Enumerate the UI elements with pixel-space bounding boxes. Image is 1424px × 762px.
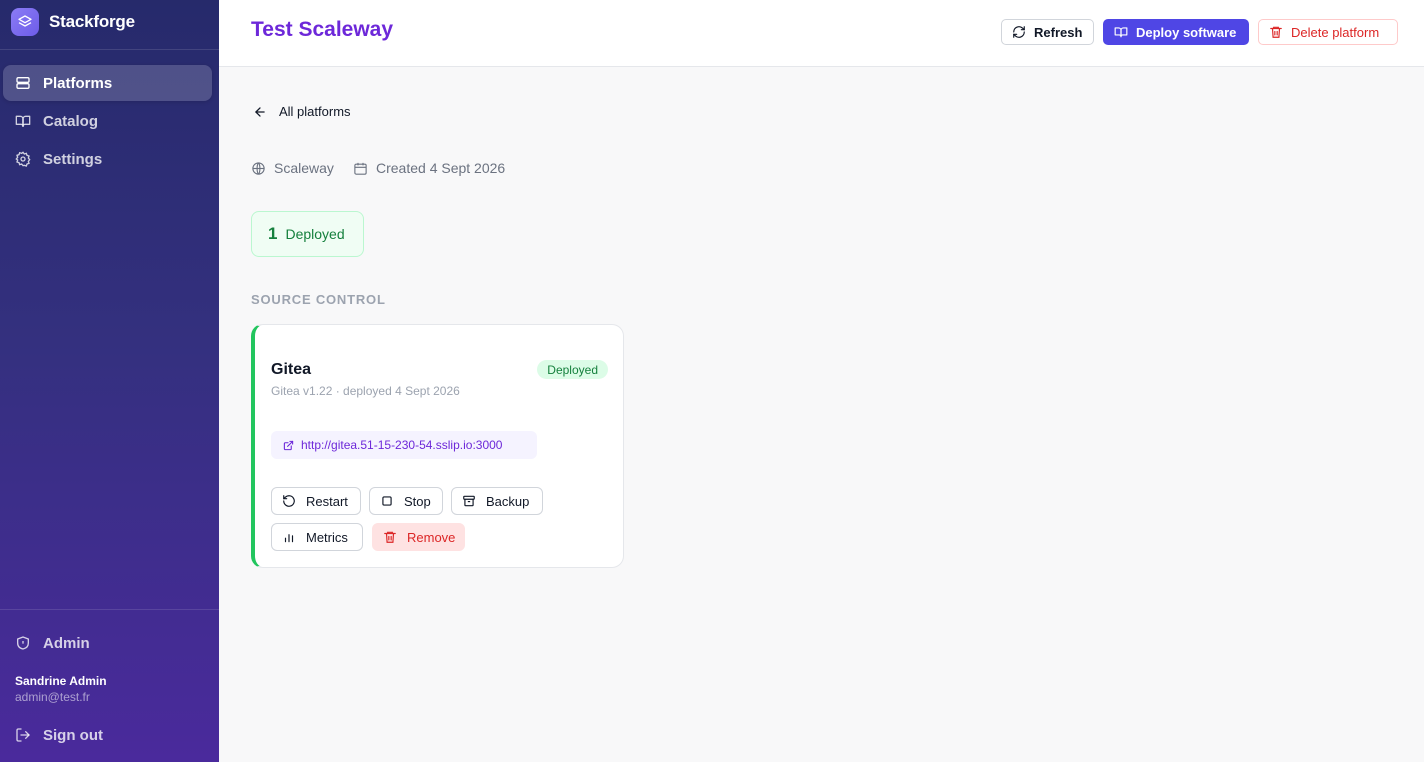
back-link-label: All platforms xyxy=(279,104,351,119)
refresh-label: Refresh xyxy=(1034,24,1083,40)
sidebar-divider xyxy=(0,49,219,50)
backup-button[interactable]: Backup xyxy=(451,487,543,515)
service-url-link[interactable]: http://gitea.51-15-230-54.sslip.io:3000 xyxy=(271,431,537,459)
layers-logo-icon xyxy=(11,8,39,36)
globe-icon xyxy=(252,161,265,175)
deploy-software-button[interactable]: Deploy software xyxy=(1103,19,1249,45)
software-card-gitea: Gitea Deployed Gitea v1.22 · deployed 4 … xyxy=(251,324,624,568)
gear-icon xyxy=(15,151,31,167)
deployed-stat: 1 Deployed xyxy=(251,211,364,257)
provider-meta: Scaleway xyxy=(251,160,334,176)
external-link-icon xyxy=(283,440,294,450)
created-meta: Created 4 Sept 2026 xyxy=(353,160,505,176)
restart-button[interactable]: Restart xyxy=(271,487,361,515)
status-badge: Deployed xyxy=(537,360,608,379)
stop-button[interactable]: Stop xyxy=(369,487,443,515)
deploy-software-label: Deploy software xyxy=(1136,24,1237,40)
back-link-all-platforms[interactable]: All platforms xyxy=(253,104,351,119)
bar-chart-icon xyxy=(284,534,294,543)
sidebar-item-label: Settings xyxy=(43,150,103,168)
user-email: admin@test.fr xyxy=(15,690,90,704)
card-subtitle: Gitea v1.22 · deployed 4 Sept 2026 xyxy=(271,384,460,398)
section-title: SOURCE CONTROL xyxy=(251,292,386,307)
page-title: Test Scaleway xyxy=(251,18,394,41)
brand-name: Stackforge xyxy=(49,12,135,31)
calendar-icon xyxy=(354,162,367,175)
trash-icon xyxy=(1270,26,1282,38)
sidebar-item-label: Admin xyxy=(43,634,90,652)
sidebar-item-label: Catalog xyxy=(43,112,99,130)
created-date: Created 4 Sept 2026 xyxy=(376,160,506,176)
page-header: Test Scaleway Refresh Deploy software De… xyxy=(219,0,1424,67)
book-open-icon xyxy=(1114,27,1128,38)
stop-icon xyxy=(382,496,392,506)
delete-platform-label: Delete platform xyxy=(1291,24,1380,40)
metrics-button[interactable]: Metrics xyxy=(271,523,363,551)
trash-icon xyxy=(384,531,396,543)
deployed-count: 1 xyxy=(268,224,278,243)
deployed-label: Deployed xyxy=(285,226,345,242)
remove-button[interactable]: Remove xyxy=(372,523,465,551)
sign-out-icon xyxy=(16,728,30,742)
sidebar: Stackforge Platforms Catalog Settings Ad… xyxy=(0,0,219,762)
archive-icon xyxy=(463,495,475,507)
sidebar-item-settings[interactable]: Settings xyxy=(3,141,212,177)
refresh-button[interactable]: Refresh xyxy=(1001,19,1094,45)
delete-platform-button[interactable]: Delete platform xyxy=(1258,19,1398,45)
book-icon xyxy=(15,115,31,127)
card-title: Gitea xyxy=(271,361,312,378)
provider-name: Scaleway xyxy=(274,160,334,176)
remove-label: Remove xyxy=(407,529,456,545)
refresh-icon xyxy=(1013,26,1025,38)
metrics-label: Metrics xyxy=(306,529,348,545)
user-name: Sandrine Admin xyxy=(15,674,107,688)
sidebar-item-catalog[interactable]: Catalog xyxy=(3,103,212,139)
sidebar-item-admin[interactable]: Admin xyxy=(3,625,212,661)
shield-icon xyxy=(17,636,29,650)
arrow-left-icon xyxy=(255,106,265,117)
server-icon xyxy=(16,77,30,89)
brand[interactable]: Stackforge xyxy=(11,8,135,36)
restart-icon xyxy=(283,495,295,507)
sign-out-button[interactable]: Sign out xyxy=(3,717,212,753)
backup-label: Backup xyxy=(486,493,530,509)
stop-label: Stop xyxy=(404,493,431,509)
sidebar-item-platforms[interactable]: Platforms xyxy=(3,65,212,101)
restart-label: Restart xyxy=(306,493,348,509)
sign-out-label: Sign out xyxy=(43,726,103,744)
sidebar-divider xyxy=(0,609,219,610)
service-url: http://gitea.51-15-230-54.sslip.io:3000 xyxy=(301,438,503,452)
sidebar-item-label: Platforms xyxy=(43,74,113,92)
